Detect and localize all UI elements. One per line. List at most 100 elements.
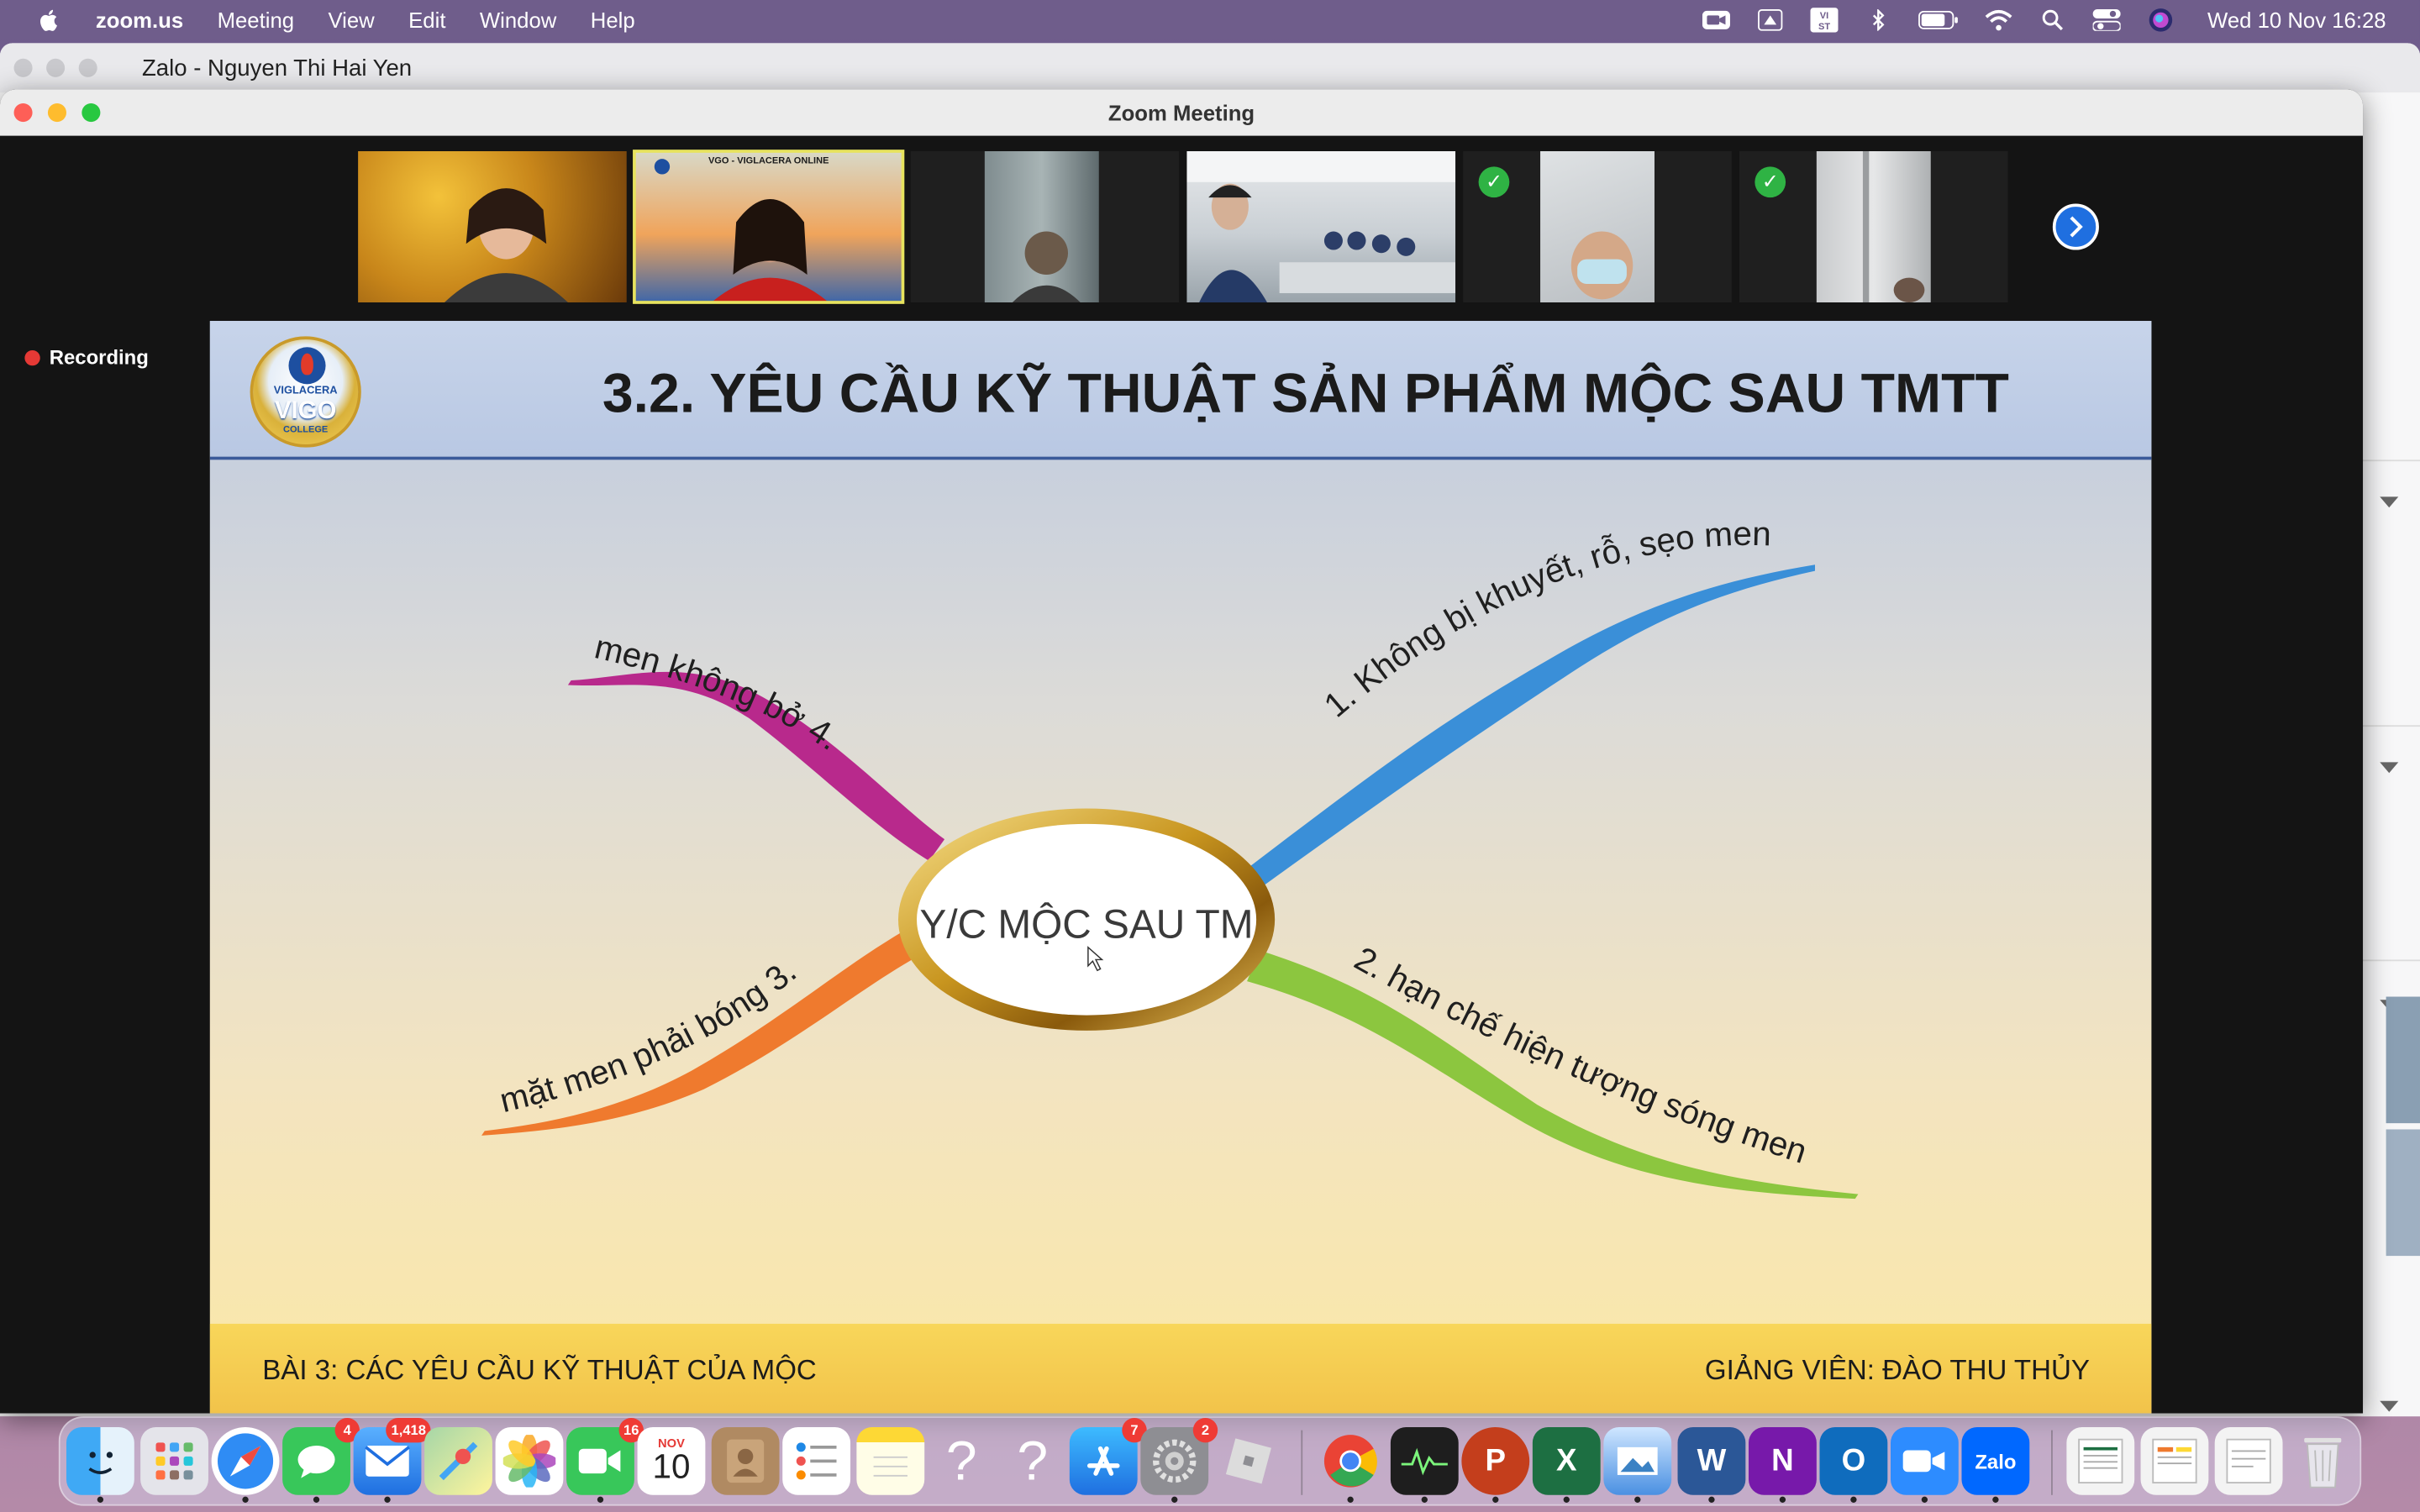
vst-icon[interactable]: VI ST [1811,8,1839,33]
finder-icon[interactable] [66,1426,134,1503]
wifi-icon[interactable] [1986,9,2013,31]
system-preferences-icon[interactable]: 2 [1140,1417,1218,1503]
menu-edit[interactable]: Edit [408,8,445,32]
messages-icon[interactable]: 4 [282,1417,360,1503]
app-store-icon[interactable]: 7 [1069,1417,1147,1495]
zoom-icon[interactable] [1890,1426,1959,1503]
menu-help[interactable]: Help [591,8,635,32]
vigo-college-logo: VIGLACERA VIGO COLLEGE [250,336,361,448]
svg-text:VI: VI [1820,11,1828,21]
participant-tile-4[interactable] [1186,150,1456,302]
participant-tile-5[interactable]: ✓ [1463,150,1732,302]
central-node-label: Y/C MỘC SAU TM [920,902,1254,948]
shared-screen-slide: VIGLACERA VIGO COLLEGE 3.2. YÊU CẦU KỸ T… [209,321,2152,1414]
zalo-icon[interactable]: Zalo [1961,1426,2030,1503]
zoom-status-icon[interactable] [1702,9,1731,31]
logo-text-sub: COLLEGE [283,425,329,435]
menubar-clock[interactable]: Wed 10 Nov 16:28 [2207,8,2386,32]
onenote-icon[interactable]: N [1749,1426,1817,1503]
chevron-right-icon [2070,216,2083,238]
slide-title: 3.2. YÊU CẦU KỸ THUẬT SẢN PHẨM MỘC SAU T… [602,360,2009,425]
participant-video [1816,150,1931,302]
unknown-app-icon[interactable]: ? [928,1427,996,1495]
slide-footer-lecturer: GIẢNG VIÊN: ĐÀO THU THỦY [1704,1354,2090,1386]
zalo-window-title: Zalo - Nguyen Thi Hai Yen [141,55,413,81]
airdrop-icon[interactable] [1757,9,1785,31]
recent-document-icon[interactable] [2066,1426,2135,1495]
slide-header: VIGLACERA VIGO COLLEGE 3.2. YÊU CẦU KỸ T… [209,321,2152,460]
outlook-icon[interactable]: O [1819,1426,1888,1503]
word-icon[interactable]: W [1677,1426,1746,1503]
facetime-icon[interactable]: 16 [566,1417,644,1503]
recording-dot-icon [24,349,40,365]
zalo-side-panel [2361,92,2420,1417]
apple-icon[interactable] [37,8,61,32]
participant-gallery: VGO - VIGLACERA ONLINE ✓ ✓ [358,150,2016,306]
menu-view[interactable]: View [328,8,374,32]
control-center-icon[interactable] [2093,9,2122,31]
menu-window[interactable]: Window [480,8,556,32]
chrome-icon[interactable] [1317,1427,1385,1503]
dock-separator [2051,1430,2053,1495]
photos-icon[interactable] [495,1426,564,1495]
participant-tile-6[interactable]: ✓ [1739,150,2008,302]
zalo-divider [2361,959,2420,962]
gallery-next-button[interactable] [2052,203,2099,250]
checkmark-icon: ✓ [1478,166,1510,198]
checkmark-icon: ✓ [1754,166,1786,198]
participant-video [654,159,829,302]
participant-tile-1[interactable] [358,150,627,302]
chevron-down-icon[interactable] [2380,762,2399,774]
branch-4-line [567,671,945,861]
participant-tile-3[interactable] [910,150,1180,302]
zalo-image-thumbnail[interactable] [2386,1129,2420,1257]
bluetooth-icon[interactable] [1865,9,1892,31]
preview-icon[interactable] [1603,1426,1672,1503]
notes-icon[interactable] [856,1426,925,1495]
slide-footer-lesson: BÀI 3: CÁC YÊU CẦU KỸ THUẬT CỦA MỘC [262,1354,817,1386]
zalo-close-button[interactable] [13,58,33,77]
calendar-day: 10 [652,1446,691,1485]
participant-video [1540,150,1655,302]
battery-icon[interactable] [1918,9,1960,31]
macos-dock: 4 1,418 16 NOV 10 ? ? 7 2 P X W N O Zalo [58,1416,2362,1506]
logo-text-top: VIGLACERA [273,386,338,397]
mind-map-diagram: Y/C MỘC SAU TM 1. Không bị khuyết, rỗ, s… [481,514,1859,1200]
powerpoint-icon[interactable]: P [1461,1426,1530,1503]
participant-tile-2[interactable]: VGO - VIGLACERA ONLINE [633,150,905,304]
branch-1-line [1240,564,1815,889]
mail-icon[interactable]: 1,418 [353,1417,431,1503]
zalo-traffic-lights [13,58,112,77]
calendar-icon[interactable]: NOV 10 [637,1426,706,1495]
siri-icon[interactable] [2147,8,2175,32]
zoom-meeting-body: VGO - VIGLACERA ONLINE ✓ ✓ Recording VIG… [0,135,2364,1414]
trash-icon[interactable] [2289,1427,2357,1495]
contacts-icon[interactable] [711,1426,780,1495]
safari-icon[interactable] [211,1426,280,1503]
recording-indicator[interactable]: Recording [24,345,149,369]
logo-text-brand: VIGO [274,397,337,425]
activity-monitor-icon[interactable] [1390,1426,1459,1503]
zalo-minimize-button[interactable] [46,58,66,77]
zalo-zoom-button[interactable] [78,58,97,77]
search-icon[interactable] [2039,9,2067,31]
menubar-app-name[interactable]: zoom.us [96,8,183,32]
system-preferences-badge: 2 [1192,1417,1218,1443]
zalo-divider [2361,725,2420,727]
zoom-meeting-window: Zoom Meeting VGO - VIGLACERA ONLINE ✓ ✓ … [0,89,2364,1414]
maps-icon[interactable] [424,1426,492,1495]
svg-text:ST: ST [1818,22,1830,32]
reminders-icon[interactable] [782,1426,851,1495]
branch-1-label: 1. Không bị khuyết, rỗ, sẹo men [1317,514,1772,725]
launchpad-icon[interactable] [140,1426,208,1495]
zalo-image-thumbnail[interactable] [2386,996,2420,1124]
recording-label: Recording [49,345,149,369]
recent-document-icon[interactable] [2140,1426,2209,1495]
excel-icon[interactable]: X [1532,1426,1601,1503]
roblox-icon[interactable] [1215,1427,1283,1495]
chevron-down-icon[interactable] [2380,1400,2399,1412]
menu-meeting[interactable]: Meeting [218,8,294,32]
unknown-app-icon[interactable]: ? [998,1427,1066,1495]
chevron-down-icon[interactable] [2380,496,2399,508]
recent-document-icon[interactable] [2214,1426,2283,1495]
